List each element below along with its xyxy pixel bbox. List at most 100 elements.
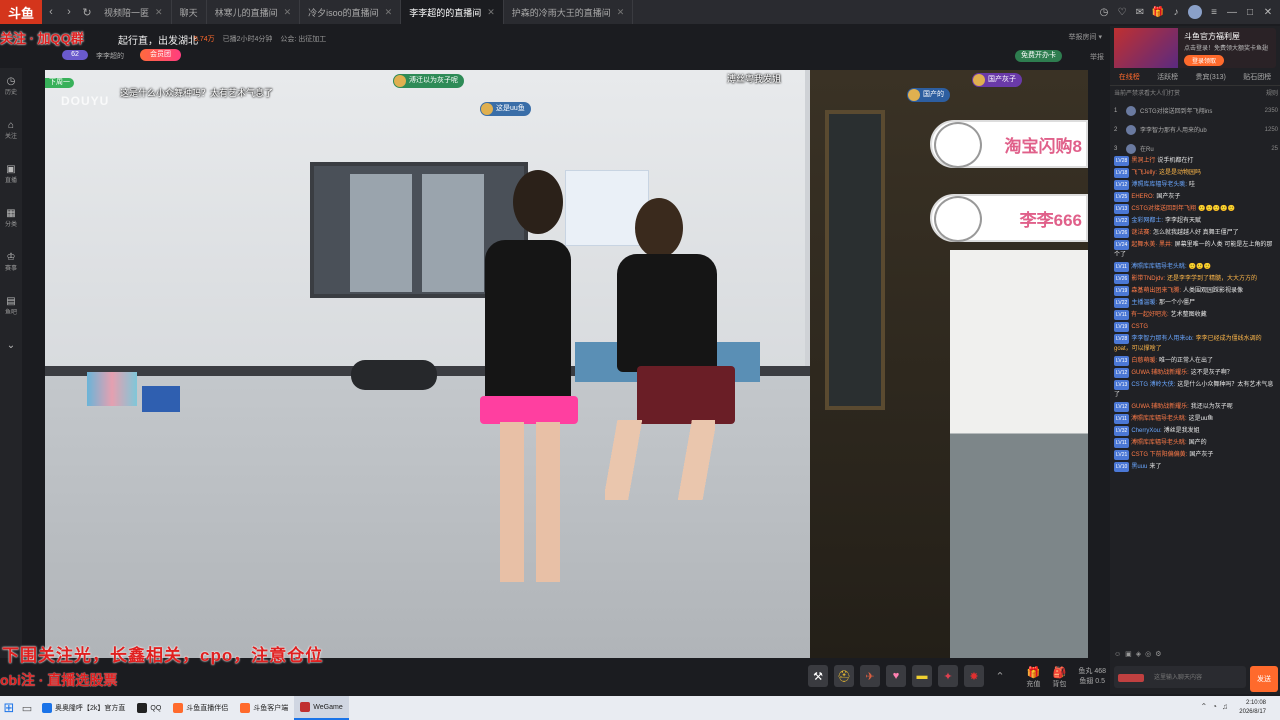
chat-message[interactable]: LV13 白慈萌暖: 唯一的正常人在出了: [1114, 356, 1276, 366]
send-button[interactable]: 发送: [1250, 666, 1278, 692]
chat-message[interactable]: LV12 GUWA 辅助战新耀乐: 这不是灰子啊？: [1114, 368, 1276, 378]
chat-message[interactable]: LV11 溥照库库辐导老头眺: 这是uu鱼: [1114, 414, 1276, 424]
video-player[interactable]: 下周一 DOUYU 这是什么小众舞种吗？太有艺术气息了 溥丝粤我发姐 溥迁以为灰…: [45, 70, 1088, 658]
close-icon[interactable]: ✕: [1262, 6, 1274, 18]
free-card-button[interactable]: 免费开办卡: [1015, 50, 1062, 62]
chat-username[interactable]: 金彩网都士:: [1131, 218, 1163, 224]
favorite-icon[interactable]: ♡: [1116, 6, 1128, 18]
heart-icon[interactable]: ♥: [886, 665, 906, 687]
chat-list[interactable]: LV28 黑洞上行 说手机都在打 LV18 飞飞Jelly: 这是是动物园吗 LV12 溥照库…: [1114, 156, 1276, 646]
emoji-icon[interactable]: ☺: [1114, 651, 1121, 658]
chat-username[interactable]: 主播温暖:: [1131, 300, 1157, 306]
close-icon[interactable]: ✕: [155, 7, 163, 18]
chat-message[interactable]: LV22 主播温暖: 那一个小僵尸: [1114, 298, 1276, 308]
chat-username[interactable]: 溥照库库辐导老头眺:: [1131, 440, 1187, 446]
close-icon[interactable]: ✕: [385, 7, 393, 18]
host-name[interactable]: 李李超的: [96, 51, 124, 61]
chat-message[interactable]: LV24 起舞水美· 黑井: 屏幕里唯一的人类 可能是左上角的那个了: [1114, 240, 1276, 260]
gold-bar-icon[interactable]: ▬: [912, 665, 932, 687]
rail-item-category[interactable]: ▦ 分类: [5, 208, 17, 228]
chat-message[interactable]: LV26 谜法赛: 怎么就我越越人好 真舞王僵尸了: [1114, 228, 1276, 238]
rank-row[interactable]: 2 李李智力那有人用来的ub 1250: [1114, 120, 1278, 139]
chat-username[interactable]: 森基萌出团来飞腾:: [1131, 288, 1181, 294]
rail-item-follow[interactable]: ⌂ 关注: [5, 120, 17, 140]
chat-username[interactable]: GUWA 辅助战新耀乐:: [1131, 404, 1188, 410]
chat-message[interactable]: LV18 飞飞Jelly: 这是是动物园吗: [1114, 168, 1276, 178]
menu-icon[interactable]: ≡: [1208, 6, 1220, 18]
chat-username[interactable]: 李李智力那有人用来ob:: [1131, 336, 1193, 342]
chat-message[interactable]: LV11 有一起好吧兆: 艺术整图收藏: [1114, 310, 1276, 320]
follow-button[interactable]: 会员团: [140, 49, 181, 61]
chat-username[interactable]: CSTG: [1131, 324, 1148, 330]
app-logo[interactable]: 斗鱼: [0, 0, 42, 24]
taskbar-clock[interactable]: 2:10:08 2026/8/17: [1239, 699, 1266, 717]
taskbar-item-1[interactable]: QQ: [131, 696, 167, 720]
chat-username[interactable]: 飞飞Jelly:: [1131, 170, 1157, 176]
fan-badge-toggle[interactable]: [1118, 674, 1144, 682]
chat-username[interactable]: 影带TNDjdv:: [1131, 276, 1165, 282]
tab-online-rank[interactable]: 在线榜: [1119, 72, 1140, 85]
taskbar-item-0[interactable]: 奥奥隆呼【2k】官方直: [36, 696, 131, 720]
chat-username[interactable]: CSTG 下前阳偏偏黄:: [1131, 452, 1187, 458]
chat-message[interactable]: LV28 黑洞上行 说手机都在打: [1114, 156, 1276, 166]
chat-username[interactable]: 有一起好吧兆:: [1131, 312, 1169, 318]
chat-message[interactable]: LV28 李李智力那有人用来ob: 李李已经成为僵线水调的goat，可以撑啥了: [1114, 334, 1276, 354]
rank-row[interactable]: 1 CSTG对接送回到年飞翔ins 2350: [1114, 101, 1278, 120]
chat-message[interactable]: LV12 溥照库库辐导老头眺: 哇: [1114, 180, 1276, 190]
rail-item-live[interactable]: ▣ 直播: [5, 164, 17, 184]
tab-vip[interactable]: 贵宾(313): [1196, 72, 1226, 85]
chevron-up-icon[interactable]: ⌃: [1200, 702, 1207, 711]
chat-username[interactable]: 溥照库库辐导老头眺:: [1131, 416, 1187, 422]
tab-0[interactable]: 视频陪一匿 ✕: [96, 0, 172, 24]
rail-item-fishbar[interactable]: ▤ 鱼吧: [5, 296, 17, 316]
tab-5[interactable]: 护森的冷雨大王的直播间 ✕: [504, 0, 634, 24]
taskbar-item-4[interactable]: WeGame: [294, 696, 349, 720]
chat-message[interactable]: LV21 CSTG 下前阳偏偏黄: 国产灰子: [1114, 450, 1276, 460]
helmet-icon[interactable]: ⛑: [834, 665, 854, 687]
fire-icon[interactable]: ✸: [964, 665, 984, 687]
tab-1[interactable]: 聊天: [172, 0, 207, 24]
minimize-icon[interactable]: —: [1226, 6, 1238, 18]
chat-message[interactable]: LV10 黑uuu 来了: [1114, 462, 1276, 472]
refresh-icon[interactable]: ↻: [78, 0, 96, 24]
message-icon[interactable]: ✉: [1134, 6, 1146, 18]
chat-username[interactable]: 黑uuu: [1131, 464, 1147, 470]
bell-icon[interactable]: ♪: [1170, 6, 1182, 18]
rail-item-match[interactable]: ♔ 赛事: [5, 252, 17, 272]
chevron-up-icon[interactable]: ⌃: [990, 665, 1010, 687]
chat-username[interactable]: 溥照库库辐导老头眺:: [1131, 264, 1187, 270]
chat-username[interactable]: 黑洞上行: [1131, 158, 1155, 164]
tab-4[interactable]: 李李超的的直播间 ✕: [401, 0, 504, 24]
chat-username[interactable]: CSTG对接送回到年飞翔: [1131, 206, 1196, 212]
rail-item-history[interactable]: ◷ 历史: [5, 76, 17, 96]
chat-message[interactable]: LV22 金彩网都士: 李李超有天赋: [1114, 216, 1276, 226]
rail-expand[interactable]: ⌄: [7, 340, 15, 351]
back-icon[interactable]: ‹: [42, 0, 60, 24]
hammer-icon[interactable]: ⚒: [808, 665, 828, 687]
tab-fan-rank[interactable]: 贴石团榜: [1243, 72, 1271, 85]
maximize-icon[interactable]: □: [1244, 6, 1256, 18]
image-icon[interactable]: ▣: [1125, 650, 1132, 658]
close-icon[interactable]: ✕: [487, 7, 495, 18]
fan-icon[interactable]: ◎: [1145, 650, 1151, 658]
gift-icon[interactable]: 🎁: [1152, 6, 1164, 18]
explorer-icon[interactable]: ▭: [18, 696, 36, 720]
chat-username[interactable]: 谜法赛:: [1131, 230, 1151, 236]
taskbar-item-2[interactable]: 斗鱼直播伴侣: [167, 696, 234, 720]
volume-icon[interactable]: ♫: [1222, 702, 1228, 711]
windows-start-icon[interactable]: ⊞: [0, 696, 18, 720]
chat-username[interactable]: EHERO:: [1131, 194, 1154, 200]
chat-message[interactable]: LV32 CherryXou: 溥丝是我发姐: [1114, 426, 1276, 436]
share-button[interactable]: 举报房间 ▾: [1069, 32, 1102, 42]
chat-username[interactable]: CherryXou:: [1131, 428, 1161, 434]
chat-message[interactable]: LV13 CSTG对接送回到年飞翔 🙂🙂🙂🙂🙂: [1114, 204, 1276, 214]
taskbar-item-3[interactable]: 斗鱼客户端: [234, 696, 294, 720]
chat-message[interactable]: LV19 CSTG: [1114, 322, 1276, 332]
chat-message[interactable]: LV25 EHERO: 国产灰子: [1114, 192, 1276, 202]
recharge-button[interactable]: 🎁 充值: [1026, 666, 1040, 689]
report-button[interactable]: 举报: [1090, 52, 1104, 62]
settings-icon[interactable]: ⚙: [1155, 650, 1161, 658]
promo-login-button[interactable]: 登录领取: [1184, 55, 1225, 66]
promo-banner[interactable]: 斗鱼官方福利屋 点击登录！免费领大额奖卡鱼翅 登录领取: [1114, 28, 1276, 68]
history-icon[interactable]: ◷: [1098, 6, 1110, 18]
